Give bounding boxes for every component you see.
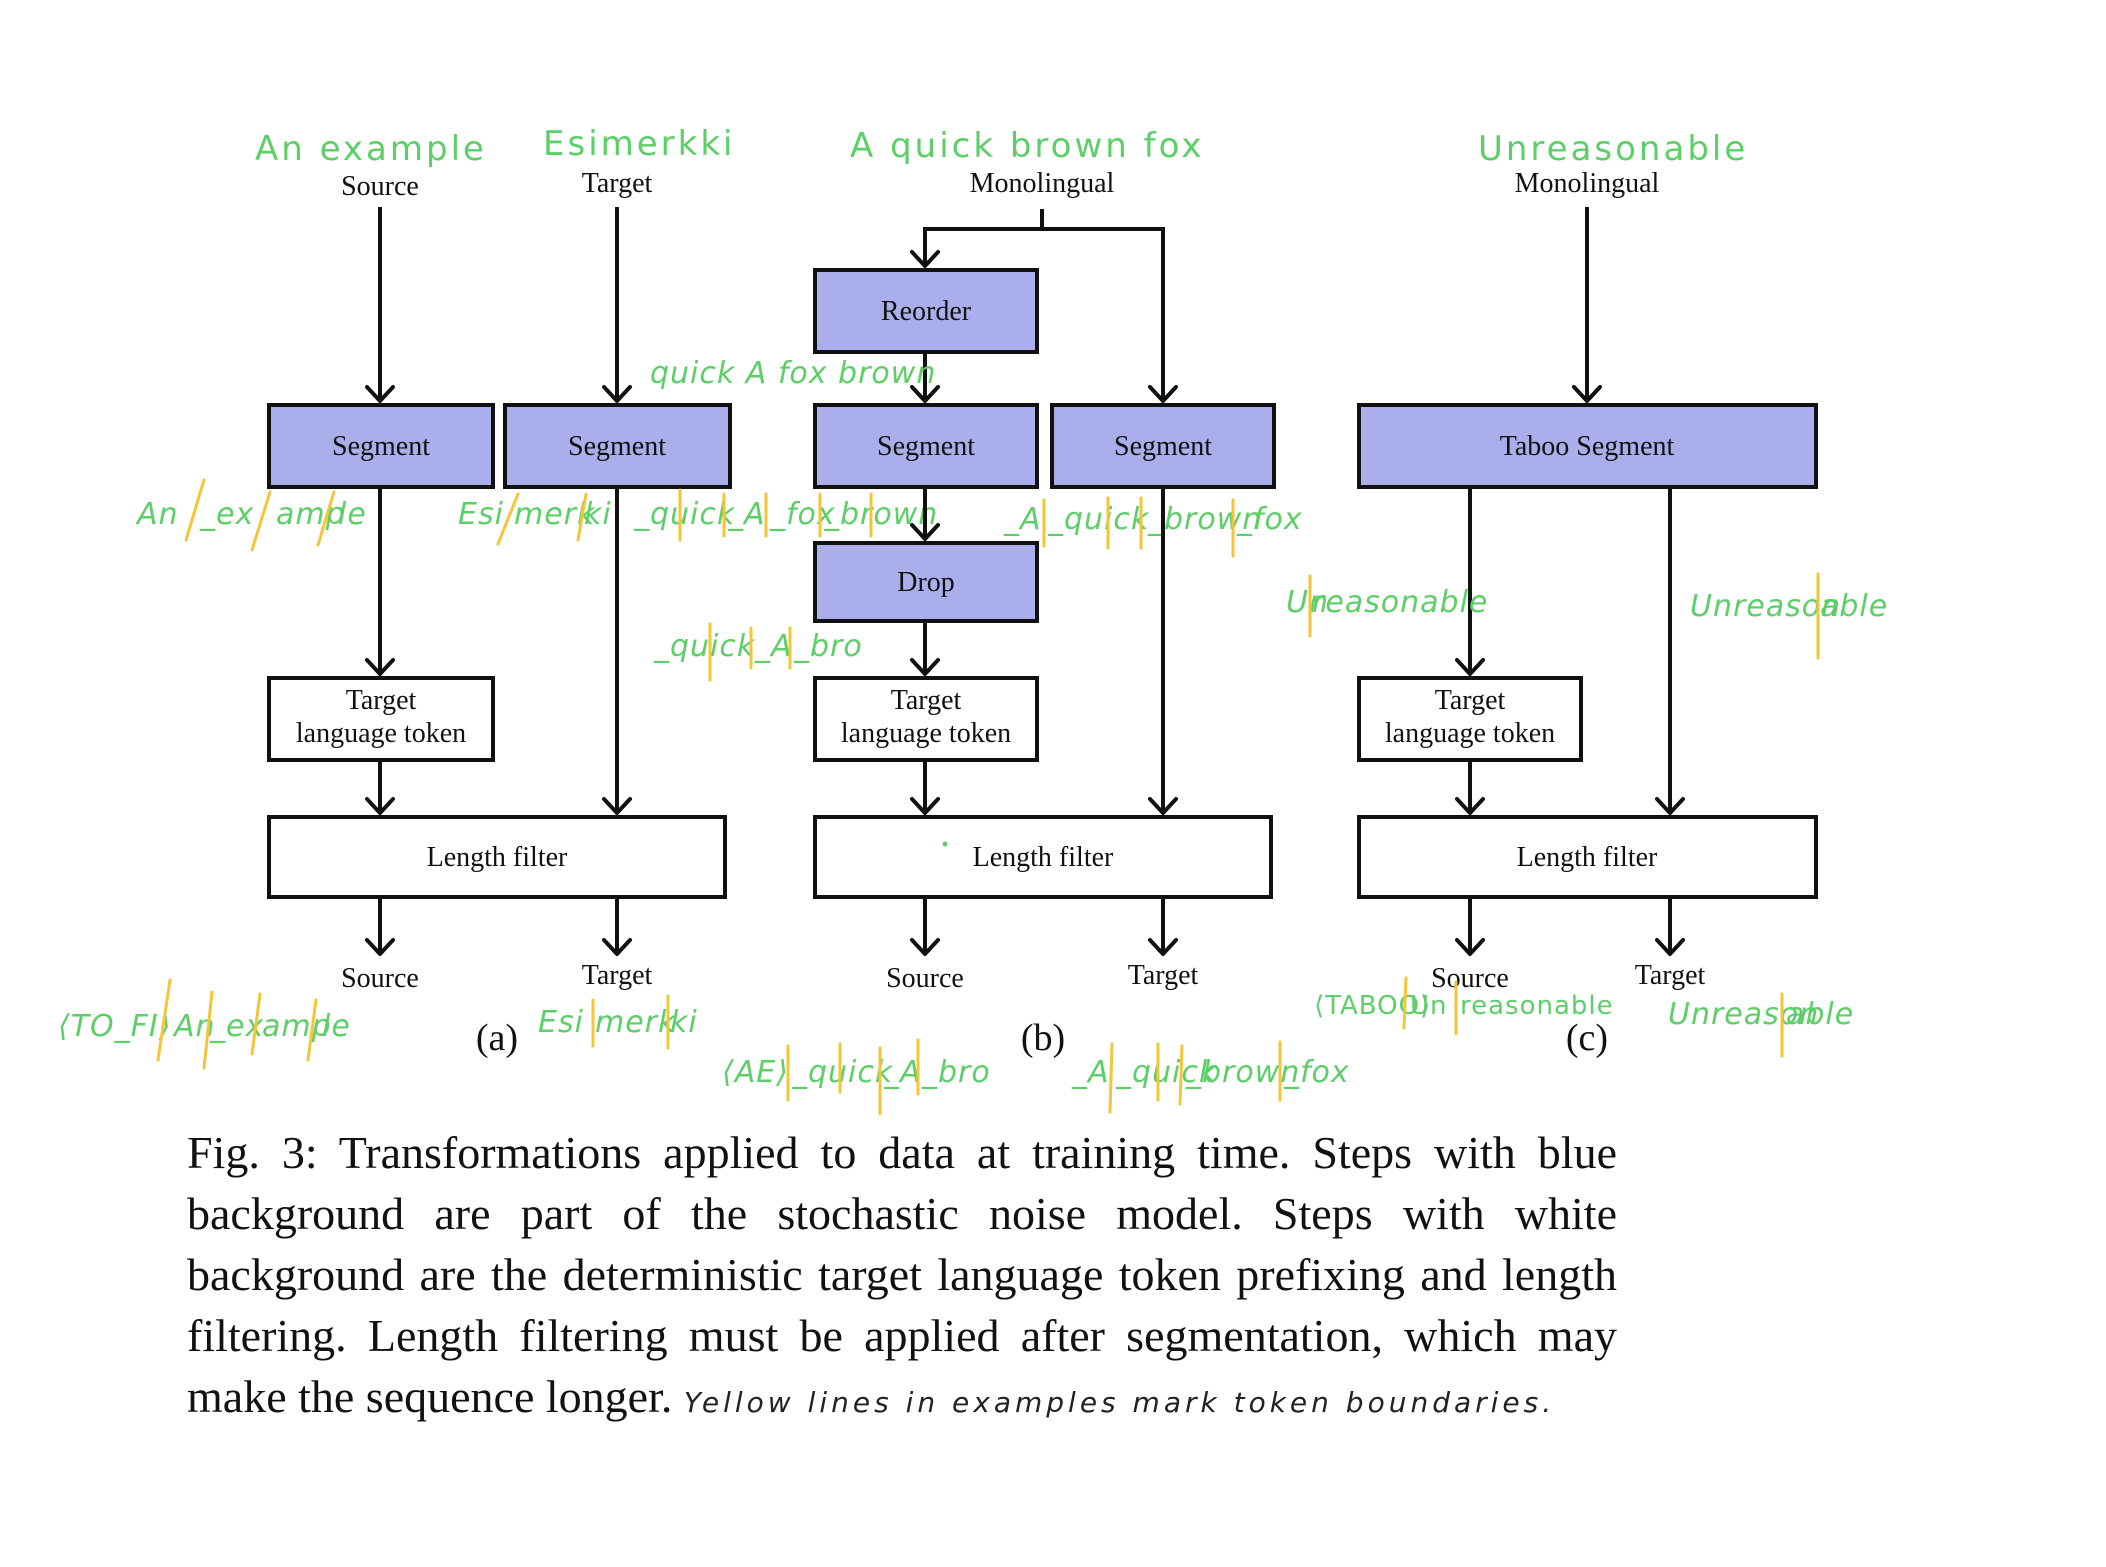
- svg-text:_A: _A: [754, 629, 793, 664]
- svg-text:_A: _A: [1071, 1055, 1110, 1090]
- monolingual-input-example: A quick brown fox: [850, 126, 1204, 166]
- svg-text:_bro: _bro: [921, 1055, 991, 1090]
- stray-dot: [942, 841, 948, 847]
- svg-text:_A: _A: [1003, 502, 1042, 537]
- svg-text:able: able: [1786, 997, 1854, 1032]
- source-input-example: An example: [255, 129, 487, 169]
- output-source-label: Source: [886, 963, 964, 994]
- panel-a: An example Esimerkki Source Target Segme…: [58, 124, 735, 1070]
- reorder-label: Reorder: [881, 296, 972, 327]
- tlt-label-line2: language token: [296, 718, 466, 749]
- token-boundary: [1402, 976, 1408, 1030]
- svg-text:_quick: _quick: [633, 497, 736, 532]
- target-input-label: Target: [582, 168, 653, 199]
- output-source-label: Source: [1431, 963, 1509, 994]
- monolingual-input-example: Unreasonable: [1478, 129, 1748, 169]
- length-filter-label: Length filter: [973, 842, 1114, 873]
- source-input-label: Source: [341, 171, 419, 202]
- svg-text:le: le: [338, 497, 367, 532]
- segmented-target-example: Esi merk ki: [458, 492, 612, 546]
- figure-caption: Fig. 3: Transformations applied to data …: [187, 1122, 1617, 1433]
- svg-text:ki: ki: [670, 1005, 698, 1040]
- panel-b-sublabel: (b): [1021, 1017, 1065, 1059]
- svg-text:able: able: [1820, 589, 1888, 624]
- svg-text:⟨AE⟩: ⟨AE⟩: [722, 1055, 789, 1090]
- tlt-label-line1: Target: [346, 685, 417, 716]
- segmented-right-example: _A _quick _brown _fox: [1003, 496, 1303, 558]
- length-filter-label: Length filter: [1517, 842, 1658, 873]
- output-target-label: Target: [1128, 960, 1199, 991]
- tlt-label-line1: Target: [1435, 685, 1506, 716]
- panel-a-sublabel: (a): [476, 1017, 518, 1059]
- svg-text:merk: merk: [595, 1005, 677, 1040]
- tlt-label-line2: language token: [1385, 718, 1555, 749]
- svg-text:_A: _A: [883, 1055, 922, 1090]
- monolingual-input-label: Monolingual: [1515, 168, 1660, 199]
- output-target-label: Target: [1635, 960, 1706, 991]
- svg-text:Un: Un: [1410, 991, 1448, 1021]
- output-target-example: Unreason able: [1668, 992, 1854, 1058]
- output-source-example: ⟨TO_FI⟩ An _ex amp le: [58, 978, 351, 1070]
- segment-left-label: Segment: [877, 431, 975, 462]
- svg-text:An: An: [135, 497, 179, 532]
- svg-text:Esi: Esi: [538, 1005, 584, 1040]
- target-input-example: Esimerkki: [543, 124, 735, 164]
- panel-c-sublabel: (c): [1566, 1017, 1608, 1059]
- svg-text:_A: _A: [727, 497, 766, 532]
- segmented-target-example: Unreason able: [1690, 572, 1888, 660]
- tlt-label-line2: language token: [841, 718, 1011, 749]
- segment-source-label: Segment: [332, 431, 430, 462]
- svg-text:_fox: _fox: [1283, 1055, 1350, 1090]
- token-boundary: [1178, 1044, 1184, 1106]
- panel-b: A quick brown fox Monolingual Reorder qu…: [633, 126, 1350, 1116]
- svg-text:amp: amp: [276, 497, 346, 532]
- caption-handwritten-note: Yellow lines in examples mark token boun…: [683, 1386, 1556, 1419]
- svg-text:⟨TO_FI⟩: ⟨TO_FI⟩: [58, 1009, 171, 1044]
- output-source-example: ⟨AE⟩ _quick _A _bro: [722, 1038, 991, 1116]
- svg-text:_quick: _quick: [1047, 502, 1150, 537]
- output-target-label: Target: [582, 960, 653, 991]
- svg-text:_brown: _brown: [823, 497, 938, 532]
- svg-text:_bro: _bro: [793, 629, 863, 664]
- segment-right-label: Segment: [1114, 431, 1212, 462]
- svg-text:_quick: _quick: [791, 1055, 894, 1090]
- drop-label: Drop: [897, 567, 955, 598]
- length-filter-label: Length filter: [427, 842, 568, 873]
- output-source-label: Source: [341, 963, 419, 994]
- svg-text:le: le: [322, 1009, 351, 1044]
- svg-text:_brown: _brown: [1185, 1055, 1300, 1090]
- monolingual-input-label: Monolingual: [970, 168, 1115, 199]
- svg-text:reasonable: reasonable: [1312, 585, 1488, 620]
- segmented-left-example: _quick _A _fox _brown: [633, 488, 938, 542]
- segment-target-label: Segment: [568, 431, 666, 462]
- output-target-example: _A _quick _brown _fox: [1071, 1040, 1350, 1114]
- taboo-segment-label: Taboo Segment: [1500, 431, 1675, 462]
- segmented-source-example: An _ex amp le: [135, 478, 367, 552]
- svg-text:_quick: _quick: [653, 629, 756, 664]
- caption-text: Fig. 3: Transformations applied to data …: [187, 1127, 1617, 1422]
- svg-text:ki: ki: [584, 497, 612, 532]
- segmented-source-example: Un reasonable: [1286, 574, 1488, 638]
- token-boundary: [250, 490, 272, 552]
- svg-text:_fox: _fox: [1236, 502, 1303, 537]
- svg-text:_ex: _ex: [199, 497, 254, 532]
- dropped-example: _quick _A _bro: [653, 622, 863, 682]
- svg-text:Esi: Esi: [458, 497, 504, 532]
- reordered-example: quick A fox brown: [650, 356, 936, 391]
- output-target-example: Esi merk ki: [538, 994, 698, 1050]
- panel-c: Unreasonable Monolingual Taboo Segment U…: [1286, 129, 1888, 1059]
- token-boundary: [1108, 1042, 1114, 1114]
- tlt-label-line1: Target: [891, 685, 962, 716]
